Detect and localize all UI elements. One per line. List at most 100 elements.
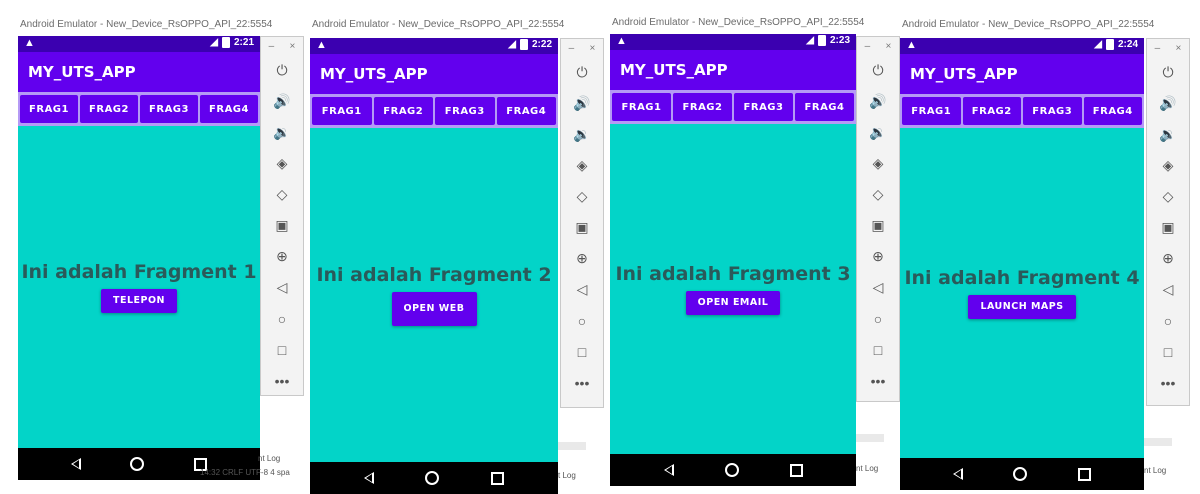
fragment-title: Ini adalah Fragment 2 xyxy=(316,264,552,286)
rotate-right-icon[interactable]: ◇ xyxy=(1147,181,1189,212)
volume-up-icon[interactable]: 🔊 xyxy=(261,86,303,117)
ide-log-tab[interactable]: nt Log xyxy=(856,464,878,473)
minimize-icon[interactable]: – xyxy=(269,41,275,52)
more-icon[interactable]: ••• xyxy=(261,365,303,396)
back-icon[interactable]: ◁ xyxy=(261,272,303,303)
tab-frag3[interactable]: FRAG3 xyxy=(435,97,495,125)
launch-maps-button[interactable]: LAUNCH MAPS xyxy=(968,295,1076,319)
tab-frag1[interactable]: FRAG1 xyxy=(20,95,78,123)
rotate-left-icon[interactable]: ◈ xyxy=(1147,150,1189,181)
overview-icon[interactable]: □ xyxy=(1147,336,1189,367)
tab-bar: FRAG1 FRAG2 FRAG3 FRAG4 xyxy=(900,94,1144,128)
ide-log-tab[interactable]: t Log xyxy=(558,471,576,480)
ide-scrollbar xyxy=(558,442,586,450)
more-icon[interactable]: ••• xyxy=(1147,367,1189,398)
back-icon[interactable]: ◁ xyxy=(857,272,899,303)
camera-icon[interactable]: ▣ xyxy=(857,210,899,241)
volume-up-icon[interactable]: 🔊 xyxy=(857,86,899,117)
tab-frag1[interactable]: FRAG1 xyxy=(612,93,671,121)
overview-icon[interactable]: □ xyxy=(857,334,899,365)
tab-frag3[interactable]: FRAG3 xyxy=(734,93,793,121)
nav-home-icon[interactable] xyxy=(724,463,739,477)
back-icon[interactable]: ◁ xyxy=(1147,274,1189,305)
home-icon[interactable]: ○ xyxy=(1147,305,1189,336)
tab-frag2[interactable]: FRAG2 xyxy=(80,95,138,123)
nav-home-icon[interactable] xyxy=(1013,467,1028,481)
volume-down-icon[interactable]: 🔉 xyxy=(1147,119,1189,150)
rotate-right-icon[interactable]: ◇ xyxy=(261,179,303,210)
camera-icon[interactable]: ▣ xyxy=(1147,212,1189,243)
minimize-icon[interactable]: – xyxy=(865,41,871,52)
nav-home-icon[interactable] xyxy=(130,457,145,471)
tab-frag4[interactable]: FRAG4 xyxy=(795,93,854,121)
rotate-left-icon[interactable]: ◈ xyxy=(261,148,303,179)
nav-home-icon[interactable] xyxy=(425,471,440,485)
nav-recent-icon[interactable] xyxy=(789,463,803,477)
nav-back-icon[interactable] xyxy=(663,464,674,476)
power-icon[interactable]: ⏻ xyxy=(561,57,603,88)
rotate-right-icon[interactable]: ◇ xyxy=(857,179,899,210)
volume-down-icon[interactable]: 🔉 xyxy=(561,119,603,150)
phone-screen: ▲ ◢ 2:22 MY_UTS_APP FRAG1 FRAG2 FRAG3 FRA… xyxy=(310,38,558,494)
close-icon[interactable]: × xyxy=(886,41,892,52)
back-icon[interactable]: ◁ xyxy=(561,274,603,305)
tab-frag4[interactable]: FRAG4 xyxy=(496,97,556,125)
tab-frag2[interactable]: FRAG2 xyxy=(673,93,732,121)
rotate-right-icon[interactable]: ◇ xyxy=(561,181,603,212)
ide-log-tab[interactable]: nt Log xyxy=(258,454,280,463)
tab-frag1[interactable]: FRAG1 xyxy=(312,97,372,125)
ide-log-tab[interactable]: nt Log xyxy=(1144,466,1166,475)
tab-frag3[interactable]: FRAG3 xyxy=(1023,97,1082,125)
fragment-title: Ini adalah Fragment 1 xyxy=(21,261,257,283)
camera-icon[interactable]: ▣ xyxy=(561,212,603,243)
overview-icon[interactable]: □ xyxy=(261,334,303,365)
volume-up-icon[interactable]: 🔊 xyxy=(1147,88,1189,119)
tab-frag2[interactable]: FRAG2 xyxy=(962,97,1021,125)
close-icon[interactable]: × xyxy=(290,41,296,52)
overview-icon[interactable]: □ xyxy=(561,336,603,367)
zoom-icon[interactable]: ⊕ xyxy=(1147,243,1189,274)
home-icon[interactable]: ○ xyxy=(561,305,603,336)
camera-icon[interactable]: ▣ xyxy=(261,210,303,241)
more-icon[interactable]: ••• xyxy=(561,367,603,398)
close-icon[interactable]: × xyxy=(590,43,596,54)
rotate-left-icon[interactable]: ◈ xyxy=(561,150,603,181)
volume-down-icon[interactable]: 🔉 xyxy=(261,117,303,148)
power-icon[interactable]: ⏻ xyxy=(261,55,303,86)
power-icon[interactable]: ⏻ xyxy=(1147,57,1189,88)
more-icon[interactable]: ••• xyxy=(857,365,899,396)
minimize-icon[interactable]: – xyxy=(569,43,575,54)
volume-up-icon[interactable]: 🔊 xyxy=(561,88,603,119)
nav-back-icon[interactable] xyxy=(70,458,81,470)
fragment-title: Ini adalah Fragment 4 xyxy=(904,267,1140,289)
zoom-icon[interactable]: ⊕ xyxy=(561,243,603,274)
home-icon[interactable]: ○ xyxy=(857,303,899,334)
tab-frag1[interactable]: FRAG1 xyxy=(902,97,961,125)
emulator-title: Android Emulator - New_Device_RsOPPO_API… xyxy=(20,19,273,30)
battery-icon xyxy=(817,35,826,46)
nav-recent-icon[interactable] xyxy=(1077,467,1091,481)
nav-recent-icon[interactable] xyxy=(491,471,505,485)
zoom-icon[interactable]: ⊕ xyxy=(857,241,899,272)
nav-back-icon[interactable] xyxy=(363,472,374,484)
tab-frag4[interactable]: FRAG4 xyxy=(200,95,258,123)
open-web-button[interactable]: OPEN WEB xyxy=(391,292,477,326)
nav-bar xyxy=(900,458,1144,490)
close-icon[interactable]: × xyxy=(1176,43,1182,54)
rotate-left-icon[interactable]: ◈ xyxy=(857,148,899,179)
tab-frag2[interactable]: FRAG2 xyxy=(373,97,433,125)
home-icon[interactable]: ○ xyxy=(261,303,303,334)
zoom-icon[interactable]: ⊕ xyxy=(261,241,303,272)
clock: 2:24 xyxy=(1117,39,1138,50)
open-email-button[interactable]: OPEN EMAIL xyxy=(685,291,781,315)
minimize-icon[interactable]: – xyxy=(1155,43,1161,54)
clock: 2:21 xyxy=(233,37,254,48)
emulator-title: Android Emulator - New_Device_RsOPPO_API… xyxy=(312,19,565,30)
tab-frag4[interactable]: FRAG4 xyxy=(1083,97,1142,125)
volume-down-icon[interactable]: 🔉 xyxy=(857,117,899,148)
app-title: MY_UTS_APP xyxy=(900,54,1144,94)
nav-back-icon[interactable] xyxy=(953,468,964,480)
power-icon[interactable]: ⏻ xyxy=(857,55,899,86)
tab-frag3[interactable]: FRAG3 xyxy=(140,95,198,123)
telepon-button[interactable]: TELEPON xyxy=(100,289,177,313)
